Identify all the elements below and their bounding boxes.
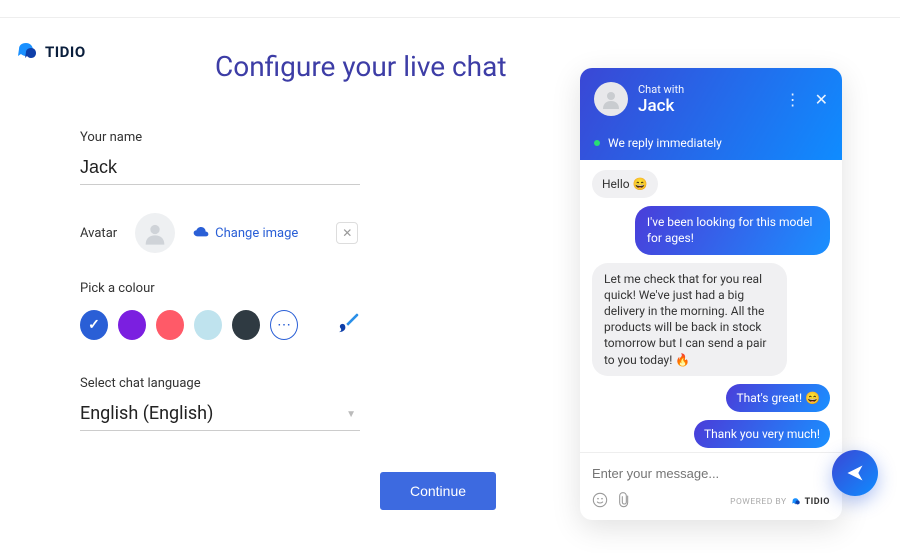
paperclip-icon bbox=[618, 492, 632, 508]
widget-close-button[interactable]: ✕ bbox=[815, 90, 828, 109]
attach-button[interactable] bbox=[618, 492, 632, 512]
message-bubble: Hello 😄 bbox=[592, 170, 658, 198]
message-list: Hello 😄 I've been looking for this model… bbox=[580, 160, 842, 452]
language-select[interactable]: English (English) ▼ bbox=[80, 397, 360, 431]
cloud-upload-icon bbox=[193, 227, 209, 239]
emoji-button[interactable] bbox=[592, 492, 608, 512]
message-bubble: Let me check that for you real quick! We… bbox=[592, 263, 787, 376]
avatar-field: Avatar Change image ✕ bbox=[80, 213, 360, 253]
powered-by: POWERED BY TIDIO bbox=[730, 497, 830, 507]
dots-icon: ⋯ bbox=[277, 317, 291, 333]
close-icon: ✕ bbox=[815, 90, 828, 109]
colour-label: Pick a colour bbox=[80, 281, 360, 296]
config-form: Your name Avatar Change image ✕ Pick a c… bbox=[80, 130, 360, 459]
colour-swatches: ⋯ bbox=[80, 310, 360, 340]
language-field: Select chat language English (English) ▼ bbox=[80, 376, 360, 431]
avatar-label: Avatar bbox=[80, 226, 117, 241]
page-title: Configure your live chat bbox=[215, 50, 507, 83]
composer: POWERED BY TIDIO bbox=[580, 452, 842, 520]
language-label: Select chat language bbox=[80, 376, 360, 391]
operator-name: Jack bbox=[638, 96, 775, 116]
swatch-charcoal[interactable] bbox=[232, 310, 260, 340]
name-input[interactable] bbox=[80, 151, 360, 185]
status-row: We reply immediately bbox=[594, 136, 828, 150]
header-title-block: Chat with Jack bbox=[638, 83, 775, 116]
swatch-ice[interactable] bbox=[194, 310, 222, 340]
widget-header: Chat with Jack ⋮ ✕ We reply immediately bbox=[580, 68, 842, 160]
continue-button[interactable]: Continue bbox=[380, 472, 496, 510]
swatch-more-button[interactable]: ⋯ bbox=[270, 310, 298, 340]
swatch-coral[interactable] bbox=[156, 310, 184, 340]
change-image-label: Change image bbox=[215, 226, 298, 241]
message-bubble: I've been looking for this model for age… bbox=[635, 206, 830, 254]
close-icon: ✕ bbox=[342, 226, 352, 240]
change-image-button[interactable]: Change image bbox=[193, 226, 298, 241]
chat-preview: Chat with Jack ⋮ ✕ We reply immediately … bbox=[580, 68, 842, 520]
remove-avatar-button[interactable]: ✕ bbox=[336, 222, 358, 244]
emoji-icon bbox=[592, 492, 608, 508]
send-icon bbox=[845, 463, 865, 483]
brand-name: TIDIO bbox=[45, 43, 86, 61]
language-value: English (English) bbox=[80, 403, 213, 424]
kebab-icon: ⋮ bbox=[785, 90, 801, 109]
powered-brand: TIDIO bbox=[805, 497, 830, 507]
widget-menu-button[interactable]: ⋮ bbox=[785, 90, 801, 109]
message-bubble: That's great! 😄 bbox=[726, 384, 830, 412]
avatar-preview bbox=[135, 213, 175, 253]
chat-with-label: Chat with bbox=[638, 83, 775, 96]
powered-label: POWERED BY bbox=[730, 497, 787, 507]
swatch-blue[interactable] bbox=[80, 310, 108, 340]
name-field: Your name bbox=[80, 130, 360, 185]
custom-colour-button[interactable] bbox=[338, 313, 360, 337]
message-bubble: Thank you very much! bbox=[694, 420, 830, 448]
tidio-logo-icon bbox=[15, 40, 39, 64]
brand-logo: TIDIO bbox=[15, 40, 86, 64]
brush-icon bbox=[338, 313, 360, 333]
name-label: Your name bbox=[80, 130, 360, 145]
chevron-down-icon: ▼ bbox=[346, 409, 356, 420]
person-icon bbox=[141, 219, 169, 247]
swatch-purple[interactable] bbox=[118, 310, 146, 340]
send-fab[interactable] bbox=[832, 450, 878, 496]
online-dot-icon bbox=[594, 140, 600, 146]
message-input[interactable] bbox=[592, 466, 830, 481]
colour-field: Pick a colour ⋯ bbox=[80, 281, 360, 340]
topbar-divider bbox=[0, 0, 900, 18]
operator-avatar bbox=[594, 82, 628, 116]
status-text: We reply immediately bbox=[608, 136, 722, 150]
tidio-logo-icon bbox=[791, 497, 801, 507]
person-icon bbox=[599, 87, 623, 111]
